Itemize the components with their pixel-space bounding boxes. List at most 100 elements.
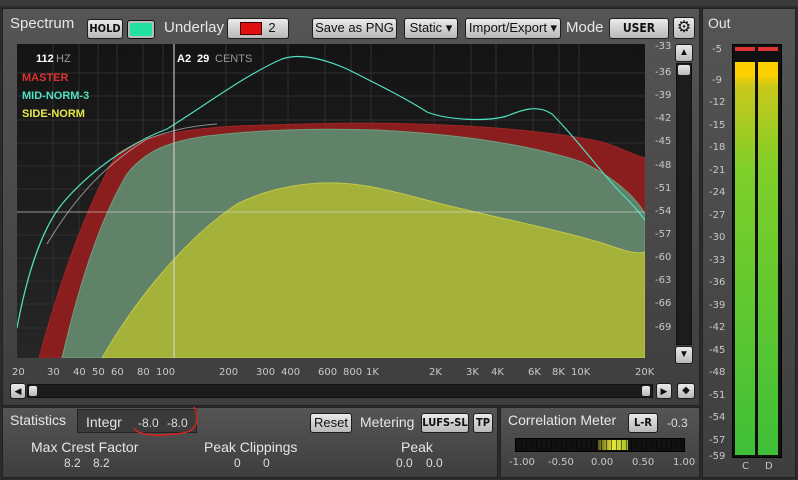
x-tick: 2K	[429, 367, 442, 378]
underlay-color-swatch	[240, 22, 263, 36]
integr-label: Integr	[86, 414, 122, 430]
statistics-title: Statistics	[10, 412, 67, 428]
x-tick: 20K	[635, 367, 655, 378]
y-tick: -48	[655, 160, 672, 171]
x-tick: 400	[281, 367, 301, 378]
correlation-mode-selector[interactable]: L-R	[628, 413, 658, 433]
out-meter-bar-left	[735, 47, 755, 455]
vertical-scrollbar-thumb[interactable]	[677, 64, 691, 76]
cursor-cents-unit: CENTS	[215, 53, 253, 65]
y-tick: -39	[655, 90, 672, 101]
out-channel-label: C	[742, 461, 749, 472]
x-tick: 6K	[528, 367, 541, 378]
x-tick: 600	[318, 367, 338, 378]
x-tick: 1K	[366, 367, 379, 378]
vertical-scrollbar-track[interactable]	[676, 63, 692, 345]
x-tick: 4K	[491, 367, 504, 378]
out-scale-tick: -57	[709, 435, 726, 446]
correlation-tick: -1.00	[509, 457, 535, 468]
out-scale-tick: -45	[709, 345, 726, 356]
save-as-png-button[interactable]: Save as PNG	[312, 18, 397, 39]
y-tick: -57	[655, 229, 672, 240]
mode-selector[interactable]: USER	[609, 18, 669, 39]
correlation-title: Correlation Meter	[508, 412, 617, 428]
x-tick: 20	[12, 367, 25, 378]
cursor-cents: 29	[197, 53, 210, 65]
x-tick: 100	[156, 367, 176, 378]
out-scale-tick: -5	[712, 44, 722, 55]
reset-button[interactable]: Reset	[310, 413, 352, 433]
x-tick: 60	[111, 367, 124, 378]
scroll-up-button[interactable]: ▲	[675, 44, 693, 62]
spectrum-plot[interactable]	[17, 44, 645, 358]
gear-icon: ⚙	[676, 19, 692, 36]
peak-clippings-right: 0	[263, 456, 270, 470]
max-crest-label: Max Crest Factor	[31, 439, 139, 455]
correlation-segments	[517, 440, 683, 450]
max-crest-left: 8.2	[64, 456, 81, 470]
import-export-dropdown[interactable]: Import/Export ▾	[465, 18, 561, 39]
y-tick: -42	[655, 113, 672, 124]
out-scale-tick: -12	[709, 97, 726, 108]
out-scale-tick: -15	[709, 120, 726, 131]
out-scale-tick: -42	[709, 322, 726, 333]
out-scale-tick: -24	[709, 187, 726, 198]
correlation-tick: 0.50	[632, 457, 655, 468]
settings-gear-button[interactable]: ⚙	[673, 17, 695, 39]
cursor-frequency-unit: HZ	[56, 53, 71, 65]
arrow-right-icon: ▶	[660, 386, 668, 396]
scroll-down-button[interactable]: ▼	[675, 346, 693, 364]
static-dropdown[interactable]: Static ▾	[404, 18, 458, 39]
x-tick: 80	[137, 367, 150, 378]
underlay-value: 2	[268, 20, 276, 35]
horizontal-scrollbar-thumb-right[interactable]	[641, 385, 651, 397]
out-scale-tick: -27	[709, 210, 726, 221]
window-top-strip	[0, 0, 798, 6]
out-scale-tick: -21	[709, 165, 726, 176]
mode-label: Mode	[566, 19, 604, 36]
x-tick: 50	[92, 367, 105, 378]
out-channel-label: D	[765, 461, 773, 472]
x-tick: 200	[219, 367, 239, 378]
hold-button[interactable]: HOLD	[87, 19, 123, 39]
correlation-tick: -0.50	[548, 457, 574, 468]
max-crest-right: 8.2	[93, 456, 110, 470]
legend-master: MASTER	[22, 72, 69, 84]
cursor-frequency: 112	[36, 53, 54, 65]
out-scale-tick: -59	[709, 451, 726, 462]
zoom-reset-button[interactable]: ◆	[677, 383, 695, 399]
x-tick: 10K	[571, 367, 591, 378]
hold-color-swatch[interactable]	[127, 20, 155, 39]
underlay-label: Underlay	[164, 19, 225, 36]
x-tick: 8K	[552, 367, 565, 378]
out-scale-tick: -54	[709, 412, 726, 423]
cursor-note: A2	[177, 53, 192, 65]
peak-right: 0.0	[426, 456, 443, 470]
legend-mid-norm: MID-NORM-3	[22, 90, 90, 102]
underlay-selector[interactable]: 2	[227, 18, 289, 39]
out-scale-tick: -9	[712, 75, 722, 86]
out-scale-tick: -39	[709, 300, 726, 311]
peak-clippings-left: 0	[234, 456, 241, 470]
scroll-left-button[interactable]: ◀	[10, 383, 26, 399]
y-tick: -66	[655, 298, 672, 309]
y-tick: -69	[655, 322, 672, 333]
out-scale-tick: -18	[709, 142, 726, 153]
peak-left: 0.0	[396, 456, 413, 470]
out-scale-tick: -48	[709, 367, 726, 378]
true-peak-toggle[interactable]: TP	[473, 413, 493, 433]
x-tick: 40	[73, 367, 86, 378]
arrow-left-icon: ◀	[14, 386, 22, 396]
y-tick: -36	[655, 67, 672, 78]
horizontal-scrollbar-thumb[interactable]	[28, 385, 38, 397]
metering-selector[interactable]: LUFS-SL	[421, 413, 469, 433]
peak-clippings-label: Peak Clippings	[204, 439, 298, 455]
horizontal-scrollbar-track[interactable]	[27, 384, 653, 398]
out-meter-title: Out	[708, 15, 731, 31]
correlation-value: -0.3	[667, 416, 688, 430]
integr-annotation	[133, 406, 198, 436]
y-tick: -51	[655, 183, 672, 194]
y-tick: -54	[655, 206, 672, 217]
scroll-right-button[interactable]: ▶	[656, 383, 672, 399]
out-scale-tick: -36	[709, 277, 726, 288]
